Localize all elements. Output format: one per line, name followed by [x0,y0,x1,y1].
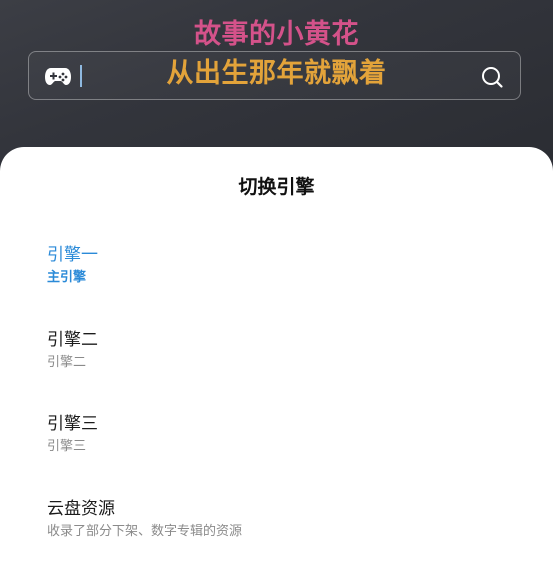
engine-desc: 主引擎 [47,270,87,285]
engine-item-4[interactable]: 云盘资源 收录了部分下架、数字专辑的资源 [47,498,507,541]
engine-desc: 引擎三 [47,439,87,454]
lyric-line-2: 从出生那年就飘着 [166,58,387,89]
engine-desc: 收录了部分下架、数字专辑的资源 [47,524,243,539]
engine-item-3[interactable]: 引擎三 引擎三 [47,413,507,456]
header: 故事的小黄花 从出生那年就飘着 [0,0,553,160]
engine-item-1[interactable]: 引擎一 主引擎 [47,244,507,287]
engine-name: 引擎二 [47,330,98,350]
sheet-title: 切换引擎 [238,176,315,198]
switch-engine-sheet: 切换引擎 引擎一 主引擎 引擎二 引擎二 引擎三 引擎三 云盘资源 收录了部分下… [0,147,553,561]
engine-name: 云盘资源 [47,499,115,519]
engine-name: 引擎三 [47,414,98,434]
engine-item-2[interactable]: 引擎二 引擎二 [47,329,507,372]
engine-name: 引擎一 [47,245,98,265]
lyric-line-1: 故事的小黄花 [194,19,359,50]
engine-desc: 引擎二 [47,355,87,370]
